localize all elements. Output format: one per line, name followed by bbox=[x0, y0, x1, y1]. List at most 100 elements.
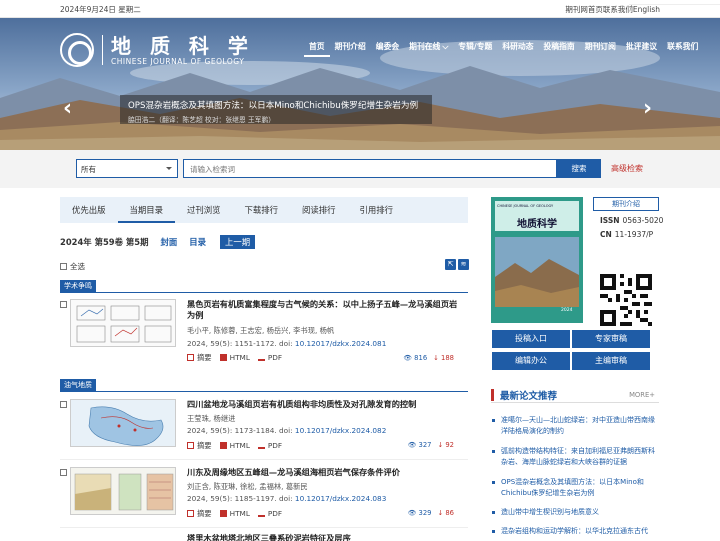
pdf-link[interactable]: PDF bbox=[257, 441, 282, 451]
downloads-value: 92 bbox=[445, 441, 454, 449]
html-icon bbox=[219, 354, 227, 361]
select-all-checkbox[interactable] bbox=[60, 263, 67, 270]
article-doi-link[interactable]: 10.12017/dzkx.2024.082 bbox=[295, 426, 386, 435]
nav-subscription[interactable]: 期刊订阅 bbox=[580, 41, 621, 57]
pdf-link-label: PDF bbox=[267, 353, 283, 362]
tab-archive[interactable]: 过刊浏览 bbox=[175, 197, 233, 223]
pdf-link[interactable]: PDF bbox=[257, 353, 283, 363]
contact-link[interactable]: 联系我们 bbox=[603, 5, 633, 14]
tab-current-issue[interactable]: 当期目录 bbox=[117, 197, 175, 223]
article-figure-thumbnail[interactable] bbox=[70, 299, 176, 347]
abstract-link[interactable]: 摘要 bbox=[187, 353, 212, 363]
tab-read-rank[interactable]: 阅读排行 bbox=[290, 197, 348, 223]
article-checkbox[interactable] bbox=[60, 401, 67, 408]
abstract-link-label: 摘要 bbox=[197, 441, 212, 450]
issn-value: 0563-5020 bbox=[622, 216, 664, 225]
journal-emblem-icon bbox=[60, 33, 94, 67]
carousel-prev-icon[interactable]: ‹ bbox=[63, 98, 77, 120]
submission-entry-button[interactable]: 投稿入口 bbox=[492, 330, 570, 348]
abstract-link-label: 摘要 bbox=[197, 353, 212, 362]
search-bar: 所有 请输入检索词 搜索 高级检索 bbox=[0, 150, 720, 188]
carousel-caption[interactable]: OPS混杂岩概念及其填图方法：以日本Mino和Chichibu侏罗纪增生杂岩为例… bbox=[120, 95, 432, 124]
select-all[interactable]: 全选 bbox=[60, 261, 85, 272]
article-citation-text: 2024, 59(5): 1173-1184. doi: bbox=[187, 426, 295, 435]
nav-journal-online[interactable]: 期刊在线 ⌵ bbox=[404, 41, 453, 57]
carousel-next-icon[interactable]: › bbox=[643, 98, 657, 120]
search-scope-select[interactable]: 所有 bbox=[76, 159, 178, 178]
journal-name-en: CHINESE JOURNAL OF GEOLOGY bbox=[111, 56, 245, 66]
portal-home-link[interactable]: 期刊网首页 bbox=[565, 5, 603, 14]
tab-online-first[interactable]: 优先出版 bbox=[60, 197, 118, 223]
downloads-count: ↓ 188 bbox=[433, 354, 454, 362]
nav-home[interactable]: 首页 bbox=[304, 41, 330, 57]
article-doi-link[interactable]: 10.12017/dzkx.2024.081 bbox=[295, 339, 386, 348]
section-label: 油气地质 bbox=[60, 379, 96, 391]
article-figure-thumbnail[interactable] bbox=[70, 467, 176, 515]
nav-research-news[interactable]: 科研动态 bbox=[497, 41, 538, 57]
article-figure-thumbnail[interactable] bbox=[70, 399, 176, 447]
carousel-caption-authors: 脇田浩二（翻译：陈艺超 校对：张继恩 王军鹏） bbox=[128, 116, 276, 124]
article-item: 黑色页岩有机质富集程度与古气候的关系：以中上扬子五峰—龙马溪组页岩为例 毛小平,… bbox=[60, 299, 468, 365]
views-count: 👁 329 bbox=[407, 509, 432, 517]
search-input[interactable]: 请输入检索词 bbox=[183, 159, 557, 178]
editor-office-button[interactable]: 编辑办公 bbox=[492, 352, 570, 370]
nav-contact[interactable]: 联系我们 bbox=[662, 41, 703, 57]
abstract-link[interactable]: 摘要 bbox=[187, 509, 212, 519]
html-link-label: HTML bbox=[229, 441, 250, 450]
downloads-value: 86 bbox=[445, 509, 454, 517]
journal-intro-button[interactable]: 期刊介绍 bbox=[593, 197, 659, 211]
abstract-link[interactable]: 摘要 bbox=[187, 441, 212, 451]
expert-review-button[interactable]: 专家审稿 bbox=[572, 330, 650, 348]
nav-editorial-board[interactable]: 编委会 bbox=[371, 41, 404, 57]
nav-author-guide[interactable]: 投稿指南 bbox=[539, 41, 580, 57]
select-all-label: 全选 bbox=[70, 262, 85, 271]
recommend-item[interactable]: OPS混杂岩概念及其填图方法：以日本Mino和Chichibu侏罗纪增生杂岩为例 bbox=[491, 477, 659, 499]
chevron-down-icon: ⌵ bbox=[442, 42, 449, 51]
rss-icon[interactable]: ≋ bbox=[458, 259, 469, 270]
pdf-link[interactable]: PDF bbox=[257, 509, 282, 519]
article-stats: 👁 327 ↓ 92 bbox=[408, 441, 454, 449]
journal-cover-image[interactable]: CHINESE JOURNAL OF GEOLOGY 地质科学 2024 bbox=[491, 197, 583, 323]
html-link[interactable]: HTML bbox=[219, 509, 250, 519]
article-doi-link[interactable]: 10.12017/dzkx.2024.083 bbox=[295, 494, 386, 503]
issn-info: ISSN 0563-5020 bbox=[600, 216, 663, 225]
recommend-more-link[interactable]: MORE+ bbox=[629, 391, 655, 399]
tab-download-rank[interactable]: 下载排行 bbox=[233, 197, 291, 223]
previous-issue-button[interactable]: 上一期 bbox=[220, 235, 256, 249]
article-title[interactable]: 四川盆地龙马溪组页岩有机质组构非均质性及对孔隙发育的控制 bbox=[187, 399, 463, 410]
advanced-search-link[interactable]: 高级检索 bbox=[611, 163, 643, 174]
html-link[interactable]: HTML bbox=[219, 353, 250, 363]
journal-name-cn: 地 质 科 学 bbox=[111, 33, 254, 58]
nav-feedback[interactable]: 批评建议 bbox=[621, 41, 662, 57]
recommend-item[interactable]: 混杂岩组构和运动学解析：以华北克拉通东古代 bbox=[491, 526, 659, 540]
chief-editor-review-button[interactable]: 主编审稿 bbox=[572, 352, 650, 370]
issue-cover-link[interactable]: 封面 bbox=[161, 236, 178, 248]
current-date: 2024年9月24日 星期二 bbox=[60, 5, 141, 14]
article-checkbox[interactable] bbox=[60, 301, 67, 308]
issue-toc-link[interactable]: 目录 bbox=[189, 236, 206, 248]
nav-journal-online-label: 期刊在线 bbox=[409, 42, 441, 51]
html-link-label: HTML bbox=[229, 509, 250, 518]
recommend-item[interactable]: 准噶尔—天山—北山蛇绿岩：对中亚造山带西南缘洋陆格局演化的制约 bbox=[491, 415, 659, 437]
nav-journal-intro[interactable]: 期刊介绍 bbox=[330, 41, 371, 57]
abstract-icon bbox=[187, 354, 194, 361]
article-citation-text: 2024, 59(5): 1151-1172. doi: bbox=[187, 339, 295, 348]
issue-label: 2024年 第59卷 第5期 bbox=[60, 237, 149, 247]
english-link[interactable]: English bbox=[633, 5, 660, 14]
article-title[interactable]: 川东及周缘地区五峰组—龙马溪组海相页岩气保存条件评价 bbox=[187, 467, 463, 478]
article-actions: 摘要 HTML PDF bbox=[187, 441, 282, 451]
html-link[interactable]: HTML bbox=[219, 441, 250, 451]
recommend-item[interactable]: 弧前构造带结构特征：来自加利福尼亚弗朗西斯科杂岩、海岸山脉蛇绿岩和大峡谷群的证据 bbox=[491, 446, 659, 468]
nav-special-issues[interactable]: 专辑/专题 bbox=[453, 41, 497, 57]
article-separator bbox=[60, 459, 468, 460]
journal-logo[interactable]: 地 质 科 学 CHINESE JOURNAL OF GEOLOGY bbox=[60, 32, 254, 68]
article-checkbox[interactable] bbox=[60, 469, 67, 476]
export-icon[interactable]: ⇱ bbox=[445, 259, 456, 270]
article-title[interactable]: 黑色页岩有机质富集程度与古气候的关系：以中上扬子五峰—龙马溪组页岩为例 bbox=[187, 299, 463, 321]
search-button[interactable]: 搜索 bbox=[557, 159, 601, 178]
tab-cite-rank[interactable]: 引用排行 bbox=[348, 197, 406, 223]
recommend-item[interactable]: 造山带中增生楔识别与地质意义 bbox=[491, 507, 659, 518]
views-value: 816 bbox=[414, 354, 428, 362]
article-citation: 2024, 59(5): 1173-1184. doi: 10.12017/dz… bbox=[187, 426, 386, 435]
hero-banner: 地 质 科 学 CHINESE JOURNAL OF GEOLOGY 首页 期刊… bbox=[0, 18, 720, 150]
